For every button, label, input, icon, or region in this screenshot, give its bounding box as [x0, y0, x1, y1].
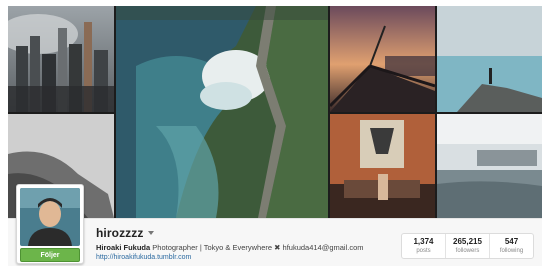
username: hirozzzz [96, 226, 144, 240]
stat-label: posts [416, 248, 431, 254]
chevron-down-icon[interactable] [148, 231, 155, 235]
stat-value: 547 [504, 237, 519, 246]
website-link[interactable]: http://hiroakifukuda.tumblr.com [96, 254, 191, 261]
photo-niagara-falls[interactable] [116, 6, 328, 218]
stat-label: followers [455, 248, 480, 254]
bio-text: Photographer | Tokyo & Everywhere ✖ hfuk… [152, 243, 364, 252]
profile-page: Följer hirozzzz Hiroaki Fukuda Photograp… [0, 0, 550, 266]
profile-bio: Hiroaki Fukuda Photographer | Tokyo & Ev… [96, 243, 364, 252]
full-name: Hiroaki Fukuda [96, 243, 151, 252]
follow-button[interactable]: Följer [20, 248, 80, 262]
photo-water-fog[interactable] [437, 114, 542, 218]
avatar-card: Följer [16, 184, 84, 264]
stat-value: 1,374 [413, 237, 434, 246]
avatar[interactable] [20, 188, 80, 246]
photo-city-skyline[interactable] [8, 6, 114, 112]
stat-followers[interactable]: 265,215 followers [446, 234, 490, 258]
stat-following[interactable]: 547 following [490, 234, 533, 258]
stat-label: following [499, 248, 524, 254]
stat-value: 265,215 [453, 237, 482, 246]
photo-mosaic [8, 6, 542, 218]
photo-sunset-bridge[interactable] [330, 6, 435, 112]
stat-posts[interactable]: 1,374 posts [402, 234, 446, 258]
photo-lake-person[interactable] [437, 6, 542, 112]
profile-stats: 1,374 posts 265,215 followers 547 follow… [401, 233, 534, 259]
username-row: hirozzzz [96, 225, 155, 241]
photo-room-interior[interactable] [330, 114, 435, 218]
